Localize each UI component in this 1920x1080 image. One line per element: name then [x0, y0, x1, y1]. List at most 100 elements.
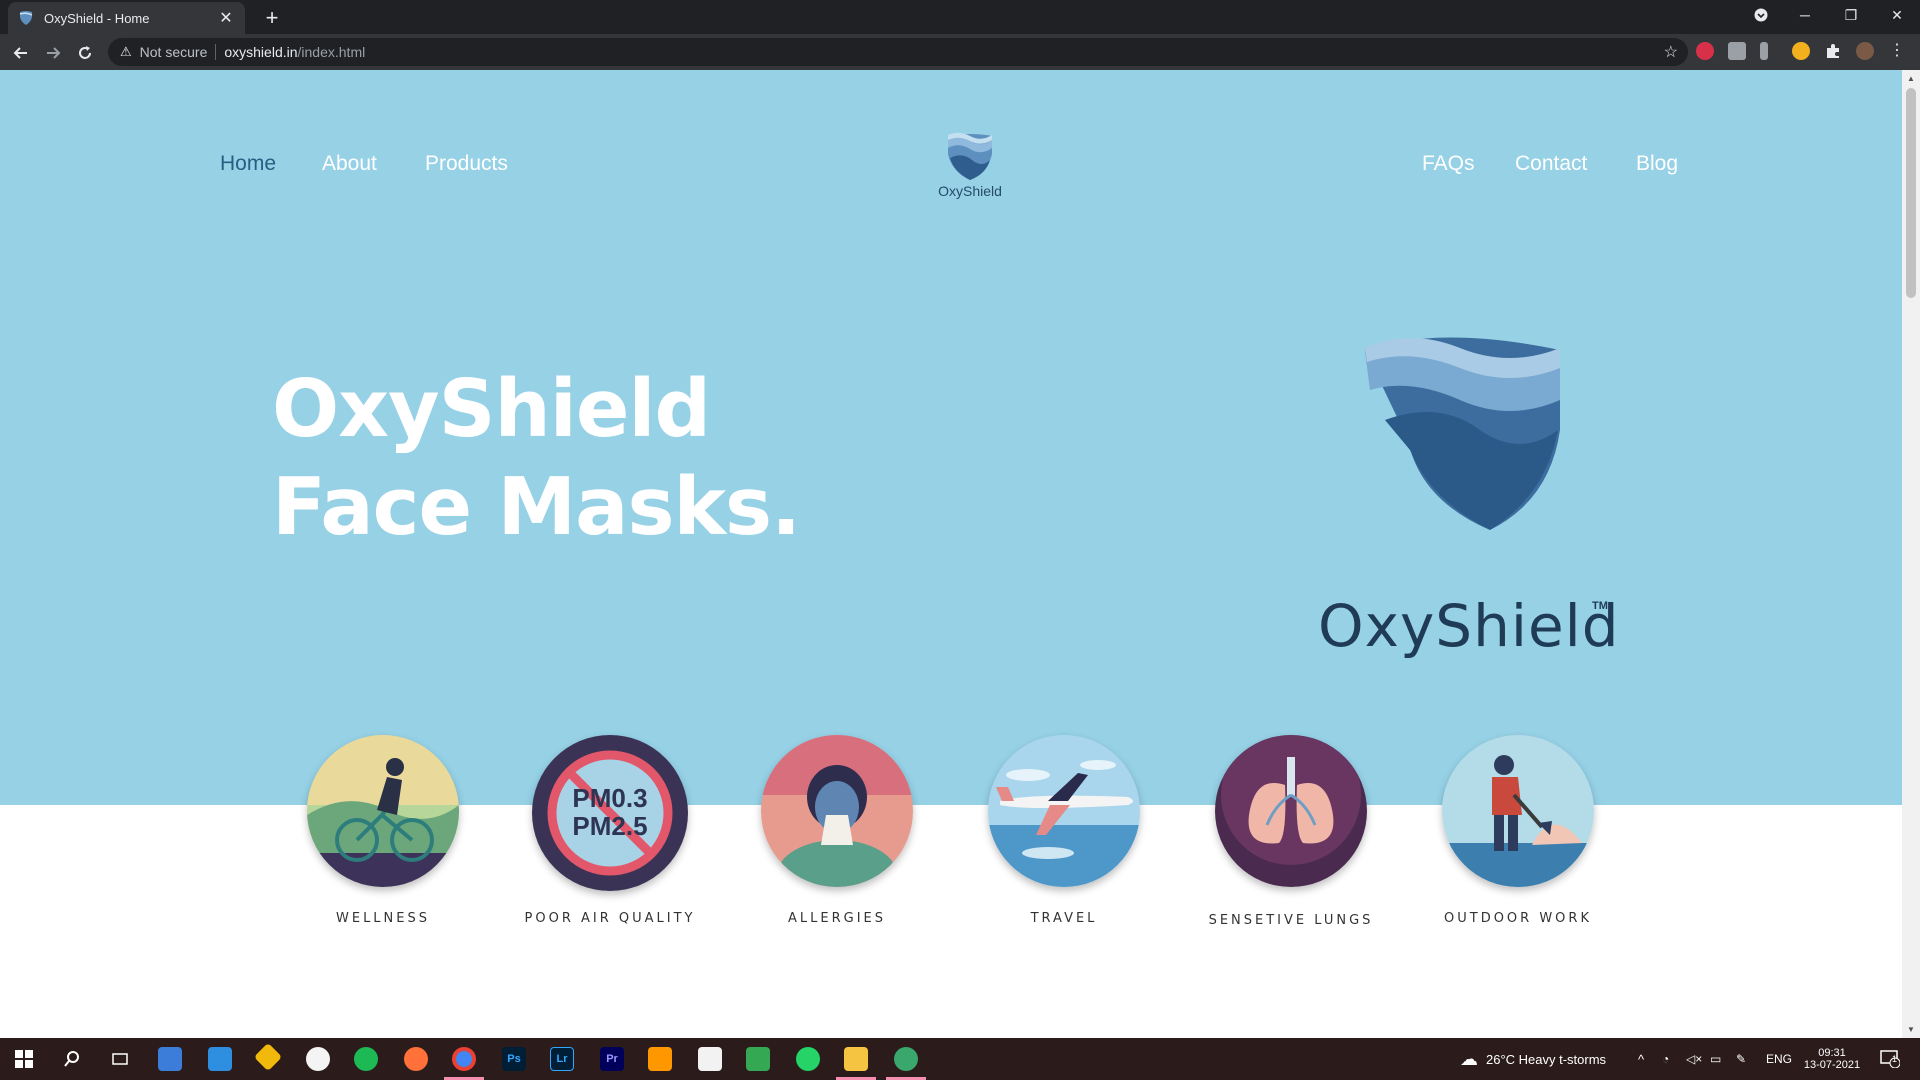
restore-button[interactable]: ❐: [1828, 0, 1874, 30]
big-shield-logo-icon: [1365, 337, 1560, 530]
bookmark-star-icon[interactable]: ☆: [1664, 42, 1678, 62]
new-tab-button[interactable]: +: [258, 4, 286, 32]
coin-extension-icon[interactable]: [1792, 42, 1810, 60]
store-app-icon[interactable]: [698, 1047, 722, 1071]
airplane-icon: [988, 735, 1140, 887]
pm-large-label: PM2.5: [572, 811, 647, 841]
sublime-app-icon[interactable]: [648, 1047, 672, 1071]
camera-extension-icon[interactable]: [1728, 42, 1746, 60]
forward-arrow-icon: [47, 47, 61, 59]
tray-chevron-icon[interactable]: ^: [1638, 1038, 1644, 1080]
forward-button[interactable]: [40, 40, 66, 66]
clock[interactable]: 09:31 13-07-2021: [1800, 1038, 1864, 1080]
extension-icon[interactable]: [1760, 42, 1768, 60]
warning-icon: ⚠: [120, 44, 132, 59]
browser-tab[interactable]: OxyShield - Home ✕: [8, 2, 245, 34]
chrome-menu-icon[interactable]: ⋮: [1888, 42, 1906, 60]
weather-text: 26°C Heavy t-storms: [1486, 1051, 1607, 1067]
nav-products[interactable]: Products: [425, 152, 508, 176]
big-logo-word: OxyShield: [1318, 592, 1620, 660]
url-path: /index.html: [297, 44, 366, 60]
url-host: oxyshield.in: [224, 44, 298, 60]
reload-icon: [79, 46, 91, 59]
feature-label: POOR AIR QUALITY: [524, 911, 696, 926]
notifications-icon[interactable]: 1: [1880, 1038, 1900, 1080]
feature-poor-air-quality[interactable]: PM0.3 PM2.5 POOR AIR QUALITY: [510, 735, 710, 926]
xampp-app-icon[interactable]: [306, 1047, 330, 1071]
hero-title-line-1: OxyShield: [272, 363, 711, 455]
back-arrow-icon: [13, 47, 27, 59]
browser-tab-bar: OxyShield - Home ✕ + ─ ❐ ✕: [0, 0, 1920, 34]
nav-blog[interactable]: Blog: [1636, 152, 1678, 176]
feature-wellness[interactable]: WELLNESS: [283, 735, 483, 926]
firefox-app-icon[interactable]: [404, 1047, 428, 1071]
hero-title: OxyShield Face Masks.: [272, 360, 801, 556]
back-button[interactable]: [8, 40, 34, 66]
omnibox-divider: [215, 44, 217, 60]
profile-avatar[interactable]: [1856, 42, 1874, 60]
address-bar-row: ⚠ Not secure oxyshield.in /index.html ☆ …: [0, 34, 1920, 70]
feature-label: TRAVEL: [1030, 911, 1098, 926]
header-logo[interactable]: OxyShield: [925, 132, 1015, 199]
language-indicator[interactable]: ENG: [1766, 1038, 1792, 1080]
nav-home[interactable]: Home: [220, 152, 276, 176]
windows-start-icon[interactable]: [12, 1047, 36, 1071]
page-scrollbar[interactable]: ▲ ▼: [1902, 70, 1920, 1038]
pm-small-label: PM0.3: [572, 783, 647, 813]
chrome-app-icon[interactable]: [452, 1047, 476, 1071]
lightroom-app-icon[interactable]: Lr: [550, 1047, 574, 1071]
scroll-down-icon[interactable]: ▼: [1907, 1025, 1915, 1034]
tab-close-icon[interactable]: ✕: [217, 8, 235, 28]
web-page: Home About Products FAQs Contact Blog Ox…: [0, 70, 1902, 1038]
nav-faqs[interactable]: FAQs: [1422, 152, 1475, 176]
binance-app-icon[interactable]: [253, 1042, 283, 1072]
network-icon[interactable]: ◔: [1662, 1038, 1669, 1080]
volume-icon[interactable]: ◁×: [1686, 1038, 1702, 1080]
url-input[interactable]: ⚠ Not secure oxyshield.in /index.html ☆: [108, 38, 1688, 66]
photoshop-app-icon[interactable]: Ps: [502, 1047, 526, 1071]
spotify-app-icon[interactable]: [354, 1047, 378, 1071]
puzzle-extensions-icon[interactable]: [1824, 42, 1842, 60]
pen-icon[interactable]: ✎: [1736, 1038, 1746, 1080]
profile-menu-icon[interactable]: [1738, 0, 1784, 30]
close-window-button[interactable]: ✕: [1874, 0, 1920, 30]
feature-travel[interactable]: TRAVEL: [964, 735, 1164, 926]
feature-label: SENSETIVE LUNGS: [1208, 913, 1374, 928]
feature-label: WELLNESS: [336, 911, 430, 926]
whatsapp-app-icon[interactable]: [796, 1047, 820, 1071]
google-drive-app-icon[interactable]: [746, 1047, 770, 1071]
feature-outdoor-work[interactable]: OUTDOOR WORK: [1418, 735, 1618, 926]
task-view-icon[interactable]: [108, 1047, 132, 1071]
shield-favicon-icon: [19, 11, 33, 25]
weather-widget[interactable]: ☁ 26°C Heavy t-storms: [1460, 1038, 1606, 1080]
cloud-icon: ☁: [1460, 1048, 1478, 1069]
pc-app-icon[interactable]: [158, 1047, 182, 1071]
minimize-button[interactable]: ─: [1782, 0, 1828, 30]
scroll-up-icon[interactable]: ▲: [1907, 74, 1915, 83]
vpn-app-icon[interactable]: [894, 1047, 918, 1071]
premiere-app-icon[interactable]: Pr: [600, 1047, 624, 1071]
nav-about[interactable]: About: [322, 152, 377, 176]
shield-logo-icon: [948, 132, 992, 180]
feature-label: OUTDOOR WORK: [1444, 911, 1592, 926]
scrollbar-thumb[interactable]: [1906, 88, 1916, 298]
tab-title: OxyShield - Home: [44, 10, 150, 26]
feature-allergies[interactable]: ALLERGIES: [737, 735, 937, 926]
clock-time: 09:31: [1818, 1047, 1846, 1059]
clock-date: 13-07-2021: [1803, 1059, 1861, 1071]
hero-title-line-2: Face Masks.: [272, 461, 801, 553]
battery-icon[interactable]: ▭: [1710, 1038, 1721, 1080]
security-label: Not secure: [139, 44, 208, 60]
feature-sensitive-lungs[interactable]: SENSETIVE LUNGS: [1191, 735, 1391, 928]
search-icon[interactable]: [60, 1047, 84, 1071]
sneezing-woman-icon: [761, 735, 913, 887]
photos-app-icon[interactable]: [208, 1047, 232, 1071]
file-explorer-app-icon[interactable]: [844, 1047, 868, 1071]
pm-no-icon: PM0.3 PM2.5: [532, 735, 688, 891]
cyclist-icon: [307, 735, 459, 887]
feature-label: ALLERGIES: [788, 911, 886, 926]
adblock-extension-icon[interactable]: [1696, 42, 1714, 60]
nav-contact[interactable]: Contact: [1515, 152, 1587, 176]
trademark-mark: TM: [1592, 600, 1608, 612]
reload-button[interactable]: [72, 40, 98, 66]
